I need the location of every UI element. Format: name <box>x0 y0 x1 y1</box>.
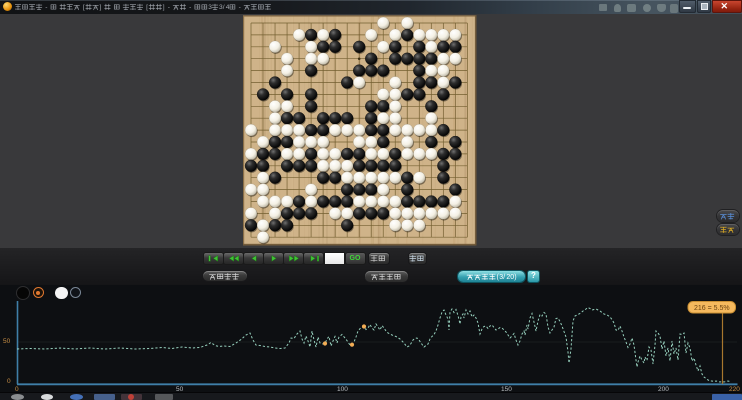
svg-text:/: / <box>223 4 225 11</box>
svg-text:/: / <box>503 274 505 281</box>
svg-text:): ) <box>514 274 516 281</box>
svg-text:3: 3 <box>208 4 212 11</box>
svg-text:-: - <box>168 4 170 11</box>
svg-text:-: - <box>45 4 47 11</box>
svg-text:-: - <box>189 4 191 11</box>
svg-text:4: 4 <box>226 4 230 11</box>
svg-text:]: ] <box>100 4 102 11</box>
svg-text:[: [ <box>83 4 85 11</box>
svg-text:[: [ <box>146 4 148 11</box>
svg-text:-: - <box>239 4 241 11</box>
svg-text:]: ] <box>163 4 165 11</box>
